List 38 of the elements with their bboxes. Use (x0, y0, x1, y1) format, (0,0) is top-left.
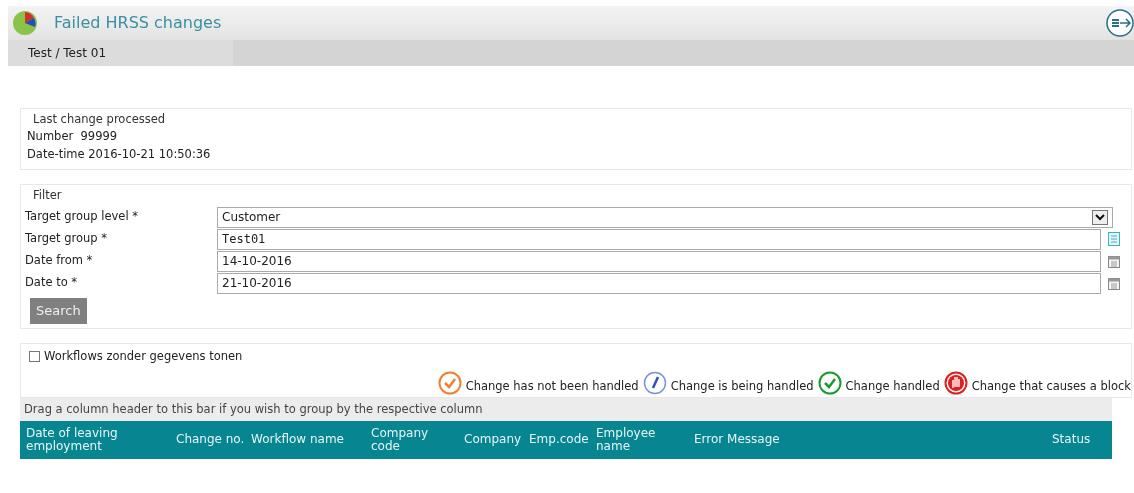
calendar-icon[interactable] (1108, 254, 1120, 268)
info-line: Number 99999 (26, 128, 119, 146)
group-by-bar: Drag a column header to this bar if you wish to group by the respective column (20, 397, 1112, 421)
input-field[interactable]: Test01 (217, 228, 1101, 250)
column-header[interactable]: Status (1052, 433, 1112, 447)
pie-chart-icon (12, 10, 38, 36)
input-field[interactable]: 21-10-2016 (217, 272, 1101, 294)
checkbox[interactable] (29, 350, 40, 362)
pencil-circle-icon (642, 370, 667, 395)
dropdown-field[interactable]: Customer (217, 206, 1113, 228)
legend-label: Change is being handled (670, 377, 814, 395)
page-title: Failed HRSS changes (54, 12, 222, 34)
legend-label: Change handled (845, 377, 940, 395)
hand-circle-icon (943, 370, 968, 395)
input-field[interactable]: 14-10-2016 (217, 250, 1101, 272)
field-label: Date to * (25, 274, 79, 292)
check-circle-icon (817, 370, 842, 395)
legend-label: Change that causes a block (971, 377, 1131, 395)
calendar-icon[interactable] (1108, 276, 1120, 290)
column-header[interactable]: Workflow name (251, 433, 371, 447)
column-header[interactable]: Date of leaving employment (26, 426, 176, 454)
legend-label: Change has not been handled (465, 377, 639, 395)
column-header[interactable]: Company (464, 433, 529, 447)
list-icon[interactable] (1108, 232, 1120, 246)
breadcrumb: Test / Test 01 (8, 40, 233, 66)
column-header[interactable]: Change no. (176, 433, 251, 447)
column-header[interactable]: Emp.code (529, 433, 596, 447)
check-circle-icon (437, 370, 462, 395)
logout-icon[interactable] (1106, 9, 1134, 37)
column-header[interactable]: Company code (371, 426, 464, 454)
field-label: Target group * (25, 230, 109, 248)
column-header[interactable]: Error Message (694, 433, 1052, 447)
column-header[interactable]: Employee name (596, 426, 694, 454)
field-label: Date from * (25, 252, 94, 270)
search-button[interactable]: Search (30, 298, 87, 324)
field-label: Target group level * (25, 208, 140, 226)
checkbox-label: Workflows zonder gegevens tonen (44, 347, 243, 365)
info-line: Date-time 2016-10-21 10:50:36 (26, 145, 212, 163)
